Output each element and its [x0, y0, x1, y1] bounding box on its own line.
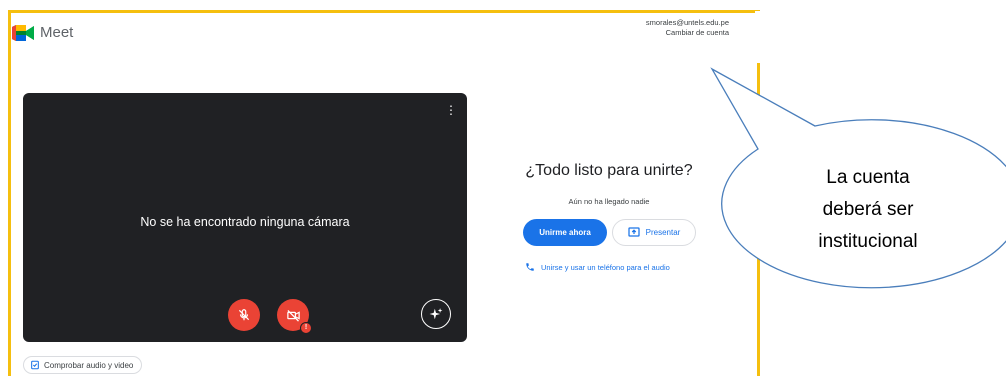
callout-line: deberá ser [822, 199, 914, 220]
callout-text: La cuenta deberá ser institucional [806, 162, 930, 258]
callout-line: institucional [818, 231, 918, 252]
callout-line: La cuenta [826, 167, 910, 188]
